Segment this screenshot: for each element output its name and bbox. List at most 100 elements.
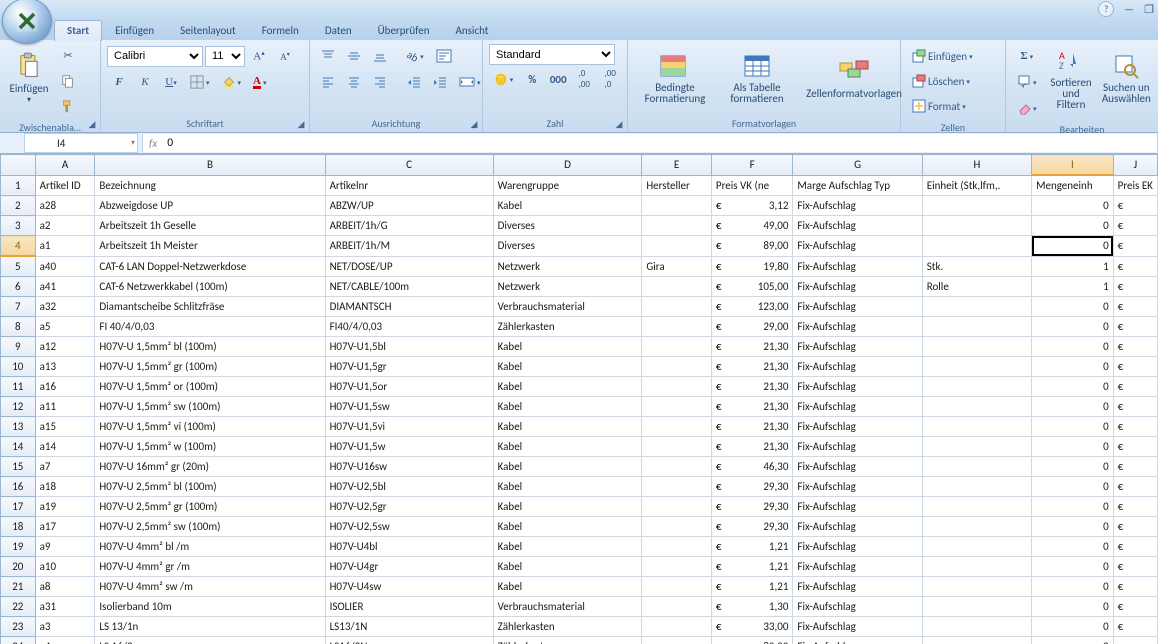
cell-I10[interactable]: 0 bbox=[1032, 357, 1114, 377]
cell-J21[interactable]: € bbox=[1113, 577, 1157, 597]
cell-H22[interactable] bbox=[922, 597, 1031, 617]
cell-E12[interactable] bbox=[642, 397, 712, 417]
cell-D24[interactable]: Zählerkasten bbox=[493, 637, 642, 644]
cell-B10[interactable]: H07V-U 1,5mm² gr (100m) bbox=[95, 357, 325, 377]
row-header-13[interactable]: 13 bbox=[1, 417, 36, 437]
comma-format-button[interactable]: 000 bbox=[546, 67, 570, 91]
cell-B4[interactable]: Arbeitszeit 1h Meister bbox=[95, 236, 325, 257]
cell-H3[interactable] bbox=[922, 216, 1031, 236]
cell-A1[interactable]: Artikel ID bbox=[35, 175, 95, 196]
format-cells-button[interactable]: Format▾ bbox=[907, 94, 1005, 118]
wrap-text-button[interactable] bbox=[431, 44, 457, 68]
cell-G15[interactable]: Fix-Aufschlag bbox=[793, 457, 922, 477]
autosum-button[interactable]: Σ▾ bbox=[1012, 44, 1042, 68]
col-header-B[interactable]: B bbox=[95, 155, 325, 176]
cell-E19[interactable] bbox=[642, 537, 712, 557]
cell-C9[interactable]: H07V-U1,5bl bbox=[325, 337, 493, 357]
col-header-F[interactable]: F bbox=[711, 155, 793, 176]
cell-G1[interactable]: Marge Aufschlag Typ bbox=[793, 175, 922, 196]
dialog-launcher-icon[interactable]: ◢ bbox=[468, 118, 480, 130]
cell-B2[interactable]: Abzweigdose UP bbox=[95, 196, 325, 216]
col-header-H[interactable]: H bbox=[922, 155, 1031, 176]
cell-F24[interactable]: 80,00 bbox=[711, 637, 793, 644]
cell-I9[interactable]: 0 bbox=[1032, 337, 1114, 357]
cell-J19[interactable]: € bbox=[1113, 537, 1157, 557]
cell-E4[interactable] bbox=[642, 236, 712, 257]
cell-D3[interactable]: Diverses bbox=[493, 216, 642, 236]
cell-A18[interactable]: a17 bbox=[35, 517, 95, 537]
cell-F23[interactable]: 33,00 bbox=[711, 617, 793, 637]
cell-G23[interactable]: Fix-Aufschlag bbox=[793, 617, 922, 637]
cell-H7[interactable] bbox=[922, 297, 1031, 317]
cell-D10[interactable]: Kabel bbox=[493, 357, 642, 377]
font-color-button[interactable]: A▾ bbox=[248, 70, 271, 94]
font-family-select[interactable]: Calibri bbox=[107, 46, 203, 67]
cell-C15[interactable]: H07V-U16sw bbox=[325, 457, 493, 477]
cell-H9[interactable] bbox=[922, 337, 1031, 357]
cell-H10[interactable] bbox=[922, 357, 1031, 377]
cell-C8[interactable]: FI40/4/0,03 bbox=[325, 317, 493, 337]
cell-C23[interactable]: LS13/1N bbox=[325, 617, 493, 637]
cell-I7[interactable]: 0 bbox=[1032, 297, 1114, 317]
cell-G24[interactable]: Fix-Aufschlag bbox=[793, 637, 922, 644]
tab-seitenlayout[interactable]: Seitenlayout bbox=[167, 20, 249, 41]
cell-H19[interactable] bbox=[922, 537, 1031, 557]
cell-I12[interactable]: 0 bbox=[1032, 397, 1114, 417]
cell-F16[interactable]: 29,30 bbox=[711, 477, 793, 497]
cell-H16[interactable] bbox=[922, 477, 1031, 497]
cell-J2[interactable]: € bbox=[1113, 196, 1157, 216]
cell-C5[interactable]: NET/DOSE/UP bbox=[325, 256, 493, 277]
cell-D18[interactable]: Kabel bbox=[493, 517, 642, 537]
cell-J15[interactable]: € bbox=[1113, 457, 1157, 477]
cell-G10[interactable]: Fix-Aufschlag bbox=[793, 357, 922, 377]
cell-D8[interactable]: Zählerkasten bbox=[493, 317, 642, 337]
tab-formeln[interactable]: Formeln bbox=[249, 20, 312, 41]
cell-A10[interactable]: a13 bbox=[35, 357, 95, 377]
cell-H23[interactable] bbox=[922, 617, 1031, 637]
cell-D21[interactable]: Kabel bbox=[493, 577, 642, 597]
row-header-8[interactable]: 8 bbox=[1, 317, 36, 337]
cell-F12[interactable]: 21,30 bbox=[711, 397, 793, 417]
cell-A19[interactable]: a9 bbox=[35, 537, 95, 557]
cell-F5[interactable]: 19,80 bbox=[711, 256, 793, 277]
cell-I6[interactable]: 1 bbox=[1032, 277, 1114, 297]
cell-A13[interactable]: a15 bbox=[35, 417, 95, 437]
cell-H6[interactable]: Rolle bbox=[922, 277, 1031, 297]
cell-F21[interactable]: 1,21 bbox=[711, 577, 793, 597]
col-header-E[interactable]: E bbox=[642, 155, 712, 176]
align-center-button[interactable] bbox=[342, 70, 366, 94]
row-header-3[interactable]: 3 bbox=[1, 216, 36, 236]
cell-F18[interactable]: 29,30 bbox=[711, 517, 793, 537]
cell-E3[interactable] bbox=[642, 216, 712, 236]
fill-button[interactable]: ▾ bbox=[1012, 70, 1042, 94]
cell-J4[interactable]: € bbox=[1113, 236, 1157, 257]
cell-E2[interactable] bbox=[642, 196, 712, 216]
cell-E15[interactable] bbox=[642, 457, 712, 477]
cell-B24[interactable]: LS 16/3n bbox=[95, 637, 325, 644]
orientation-button[interactable]: ab▾ bbox=[402, 44, 429, 68]
cell-D2[interactable]: Kabel bbox=[493, 196, 642, 216]
cell-H4[interactable] bbox=[922, 236, 1031, 257]
cell-B6[interactable]: CAT-6 Netzwerkkabel (100m) bbox=[95, 277, 325, 297]
cell-F1[interactable]: Preis VK (ne bbox=[711, 175, 793, 196]
cell-B12[interactable]: H07V-U 1,5mm² sw (100m) bbox=[95, 397, 325, 417]
cell-C12[interactable]: H07V-U1,5sw bbox=[325, 397, 493, 417]
cell-E6[interactable] bbox=[642, 277, 712, 297]
cell-J1[interactable]: Preis EK bbox=[1113, 175, 1157, 196]
font-size-select[interactable]: 11 bbox=[205, 46, 245, 67]
cell-F9[interactable]: 21,30 bbox=[711, 337, 793, 357]
cell-I17[interactable]: 0 bbox=[1032, 497, 1114, 517]
insert-cells-button[interactable]: Einfügen▾ bbox=[907, 44, 1005, 68]
cell-H12[interactable] bbox=[922, 397, 1031, 417]
cell-F8[interactable]: 29,00 bbox=[711, 317, 793, 337]
row-header-11[interactable]: 11 bbox=[1, 377, 36, 397]
cell-I18[interactable]: 0 bbox=[1032, 517, 1114, 537]
cell-I14[interactable]: 0 bbox=[1032, 437, 1114, 457]
cell-F15[interactable]: 46,30 bbox=[711, 457, 793, 477]
cell-G22[interactable]: Fix-Aufschlag bbox=[793, 597, 922, 617]
cell-H18[interactable] bbox=[922, 517, 1031, 537]
cell-I2[interactable]: 0 bbox=[1032, 196, 1114, 216]
cell-B7[interactable]: Diamantscheibe Schlitzfräse bbox=[95, 297, 325, 317]
cell-E13[interactable] bbox=[642, 417, 712, 437]
cell-D13[interactable]: Kabel bbox=[493, 417, 642, 437]
